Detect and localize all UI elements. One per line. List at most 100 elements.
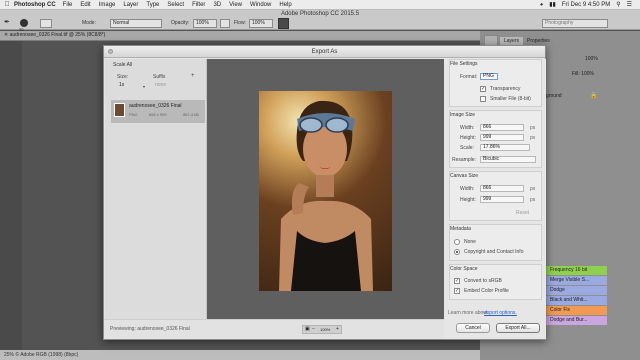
size-label: Size: <box>117 74 129 80</box>
brush-tool-icon[interactable]: ✒ <box>4 19 14 28</box>
metadata-copyright-radio[interactable] <box>454 249 460 255</box>
search-icon[interactable]: ⚲ <box>616 1 620 8</box>
menu-file[interactable]: File <box>63 2 73 8</box>
previewing-text: Previewing: audrenosee_0326 Final <box>110 326 190 332</box>
brush-panel-toggle-icon[interactable] <box>40 19 52 28</box>
flow-input[interactable]: 100% <box>249 19 273 28</box>
canvas-width-input[interactable]: 866 <box>480 185 524 192</box>
transparency-checkbox[interactable]: ✓ <box>480 86 486 92</box>
learn-more-link[interactable]: export options. <box>484 310 517 316</box>
embed-profile-label: Embed Color Profile <box>464 288 509 294</box>
file-settings-header: File Settings <box>450 61 478 67</box>
app-menu[interactable]: Photoshop CC <box>14 2 56 8</box>
settings-panel: File Settings Format: PNG ✓ Transparency… <box>444 59 546 339</box>
status-text: 25% © Adobe RGB (1998) (8bpc) <box>4 352 79 358</box>
learn-more-text: Learn more about <box>448 310 488 316</box>
metadata-none-radio[interactable] <box>454 239 460 245</box>
menu-type[interactable]: Type <box>146 2 159 8</box>
pressure-opacity-icon[interactable] <box>220 19 230 28</box>
workspace-select[interactable]: Photography <box>542 19 608 28</box>
apple-menu-icon[interactable]:  <box>0 1 14 8</box>
smaller-file-label: Smaller File (8-bit) <box>490 96 531 102</box>
document-title: audrenosee_0326 Final.tif @ 25% (8C8/8*) <box>9 32 106 38</box>
image-width-input[interactable]: 866 <box>480 124 524 131</box>
brush-preset-icon[interactable] <box>20 19 28 27</box>
embed-profile-checkbox[interactable]: ✓ <box>454 288 460 294</box>
menu-list-icon[interactable]: ☰ <box>627 1 632 8</box>
layer-black-and-white[interactable]: Black and Whit... <box>545 296 607 305</box>
menu-help[interactable]: Help <box>279 2 291 8</box>
image-height-input[interactable]: 999 <box>480 134 524 141</box>
mode-select[interactable]: Normal <box>110 19 162 28</box>
format-select[interactable]: PNG <box>480 73 498 80</box>
resample-select[interactable]: Bicubic <box>480 156 536 163</box>
asset-dimensions: 866 x 999 <box>149 112 167 117</box>
menu-image[interactable]: Image <box>99 2 116 8</box>
app-title: Adobe Photoshop CC 2015.5 <box>280 11 360 17</box>
wifi-icon[interactable]: ◕ <box>540 2 544 8</box>
lock-icon: 🔒 <box>590 93 598 99</box>
airbrush-icon[interactable] <box>278 18 289 29</box>
transparency-label: Transparency <box>490 86 521 92</box>
cancel-button[interactable]: Cancel <box>456 323 490 333</box>
document-tab[interactable]: ✕ audrenosee_0326 Final.tif @ 25% (8C8/8… <box>0 31 480 41</box>
convert-srgb-checkbox[interactable]: ✓ <box>454 278 460 284</box>
close-window-icon[interactable] <box>108 49 113 54</box>
mode-label: Mode: <box>82 20 96 26</box>
status-bar: 25% © Adobe RGB (1998) (8bpc) <box>0 350 480 360</box>
add-scale-button[interactable]: + <box>191 73 195 79</box>
dialog-title: Export As <box>311 49 338 55</box>
layer-color-fix[interactable]: Color Fix <box>545 306 607 315</box>
canvas-height-label: Height: <box>460 197 476 203</box>
scale-select[interactable]: 17.86% <box>480 144 530 151</box>
battery-icon[interactable]: ▮▮ <box>549 1 556 8</box>
suffix-input[interactable]: none <box>153 83 193 90</box>
menu-filter[interactable]: Filter <box>192 2 205 8</box>
layer-dodge-and-burn[interactable]: Dodge and Bur... <box>545 316 607 325</box>
options-bar: Adobe Photoshop CC 2015.5 ✒ 30 Mode: Nor… <box>0 10 640 32</box>
canvas-width-unit: px <box>530 186 536 192</box>
zoom-in-icon[interactable]: + <box>336 326 339 332</box>
zoom-value: 100% <box>320 327 331 332</box>
zoom-out-icon[interactable]: − <box>312 326 315 332</box>
scale-all-header: Scale All <box>113 62 133 68</box>
export-as-dialog: Export As Scale All Size: Suffix + 1x ▾ … <box>103 45 546 340</box>
suffix-label: Suffix <box>153 74 166 80</box>
opacity-input[interactable]: 100% <box>193 19 217 28</box>
flow-label: Flow: <box>234 20 246 26</box>
resample-label: Resample: <box>452 157 476 163</box>
metadata-none-label: None <box>464 239 476 245</box>
format-label: Format: <box>460 74 478 80</box>
menu-layer[interactable]: Layer <box>123 2 138 8</box>
dialog-titlebar: Export As <box>104 46 545 58</box>
smaller-file-checkbox[interactable] <box>480 96 486 102</box>
canvas-height-unit: px <box>530 197 536 203</box>
image-size-header: Image Size <box>450 112 476 118</box>
metadata-copyright-label: Copyright and Contact Info <box>464 249 524 255</box>
layer-merge-visible[interactable]: Merge Visible S... <box>545 276 607 285</box>
canvas-size-header: Canvas Size <box>450 173 479 179</box>
menu-edit[interactable]: Edit <box>80 2 90 8</box>
export-all-button[interactable]: Export All... <box>496 323 540 333</box>
clock[interactable]: Fri Dec 9 4:50 PM <box>562 2 610 8</box>
image-width-unit: px <box>530 125 536 131</box>
canvas-reset-button[interactable]: Reset <box>516 210 529 216</box>
menu-window[interactable]: Window <box>250 2 271 8</box>
asset-list-item[interactable]: audrenosee_0326 Final PNG 866 x 999 867.… <box>111 100 205 123</box>
fit-icon[interactable]: ▣ <box>305 326 310 332</box>
zoom-control: ▣ − 100% + <box>302 325 342 334</box>
layer-dodge[interactable]: Dodge <box>545 286 607 295</box>
color-space-header: Color Space <box>450 266 478 272</box>
layer-frequency[interactable]: Frequency 16 bit <box>545 266 607 275</box>
size-select[interactable]: 1x <box>117 83 141 90</box>
canvas-height-input[interactable]: 999 <box>480 196 524 203</box>
opacity-label: Opacity: <box>171 20 190 26</box>
size-select-chevron-icon[interactable]: ▾ <box>143 84 145 89</box>
scale-label: Scale: <box>460 145 474 151</box>
background-layer-partial: ground <box>546 93 562 99</box>
menu-select[interactable]: Select <box>167 2 184 8</box>
asset-name: audrenosee_0326 Final <box>129 103 182 109</box>
menu-view[interactable]: View <box>229 2 242 8</box>
asset-filesize: 867.4 kB <box>183 112 199 117</box>
menu-3d[interactable]: 3D <box>213 2 221 8</box>
